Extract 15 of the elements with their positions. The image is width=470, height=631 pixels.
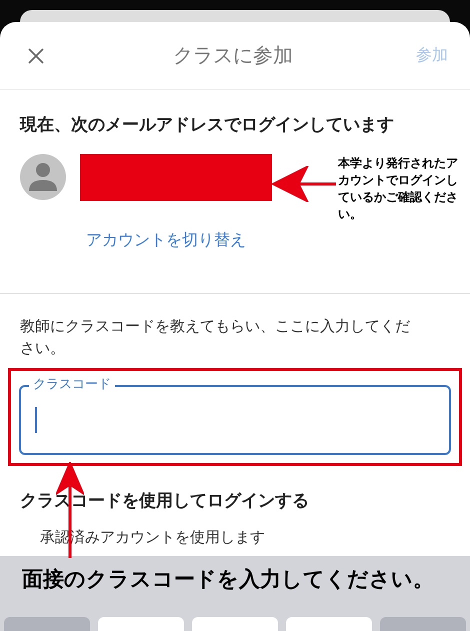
caption-text: 面接のクラスコードを入力してください。: [21, 566, 435, 592]
instruction-text: 教師にクラスコードを教えてもらい、ここに入力してください。: [19, 316, 411, 358]
keyboard-key[interactable]: [380, 617, 466, 631]
annotation-note: 本学より発行されたアカウントでログインしているかご確認ください。: [338, 155, 459, 223]
switch-account-link[interactable]: アカウントを切り替え: [86, 228, 246, 252]
arrow-left-icon: [272, 166, 336, 202]
dialog-title: クラスに参加: [172, 44, 294, 68]
keyboard-key[interactable]: [98, 617, 184, 631]
keyboard-key[interactable]: [4, 617, 90, 631]
keyboard-key[interactable]: [192, 617, 278, 631]
person-icon: [28, 161, 58, 193]
keyboard-key[interactable]: [286, 617, 372, 631]
text-cursor: [35, 406, 37, 432]
section-heading: クラスコードを使用してログインする: [19, 490, 310, 512]
section-heading: 現在、次のメールアドレスでログインしています: [20, 114, 395, 136]
